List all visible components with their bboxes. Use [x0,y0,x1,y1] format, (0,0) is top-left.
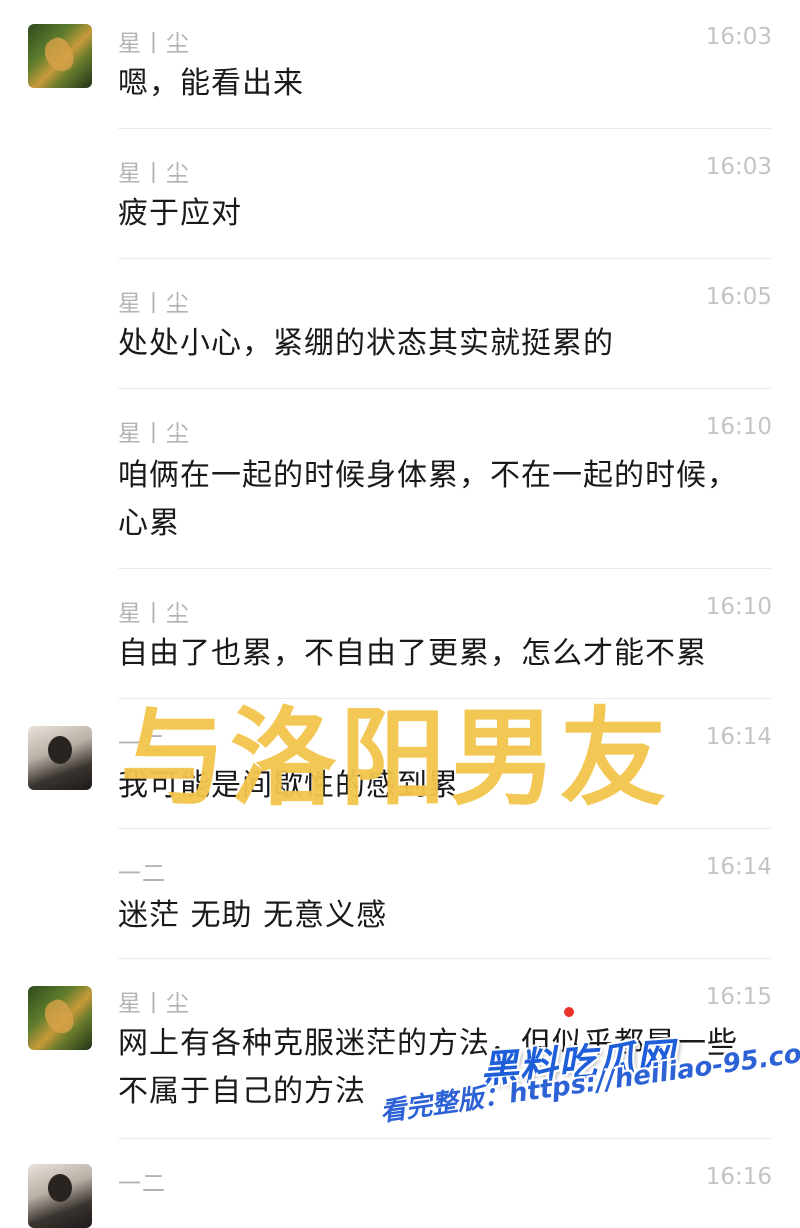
overlay-caption: 与洛阳男友 [120,697,670,820]
message-time: 16:15 [705,984,772,1010]
divider [118,568,772,569]
divider [118,388,772,389]
red-dot-mark [564,1007,574,1017]
avatar[interactable] [28,1164,92,1228]
divider [118,128,772,129]
message-time: 16:16 [705,1164,772,1190]
divider [118,958,772,959]
sender-name: 星丨尘 [118,601,190,627]
message-text[interactable]: 迷茫 无助 无意义感 [118,892,768,940]
avatar[interactable] [28,726,92,790]
message-text[interactable]: 处处小心，紧绷的状态其实就挺累的 [118,320,768,368]
message-text[interactable]: 自由了也累，不自由了更累，怎么才能不累 [118,630,768,678]
avatar[interactable] [28,24,92,88]
sender-name: 一二 [118,861,166,887]
message-time: 16:03 [705,154,772,180]
message-time: 16:10 [705,594,772,620]
sender-name: 星丨尘 [118,31,190,57]
sender-name: 星丨尘 [118,291,190,317]
message-time: 16:14 [705,854,772,880]
message-time: 16:10 [705,414,772,440]
message-time: 16:14 [705,724,772,750]
message-time: 16:03 [705,24,772,50]
sender-name: 一二 [118,1171,166,1197]
divider [118,258,772,259]
avatar[interactable] [28,986,92,1050]
sender-name: 星丨尘 [118,421,190,447]
message-text[interactable]: 咱俩在一起的时候身体累，不在一起的时候，心累 [118,452,738,548]
sender-name: 星丨尘 [118,161,190,187]
sender-name: 星丨尘 [118,991,190,1017]
message-time: 16:05 [705,284,772,310]
message-text[interactable]: 疲于应对 [118,190,768,238]
divider [118,1138,772,1139]
message-text[interactable]: 嗯，能看出来 [118,60,768,108]
divider [118,828,772,829]
